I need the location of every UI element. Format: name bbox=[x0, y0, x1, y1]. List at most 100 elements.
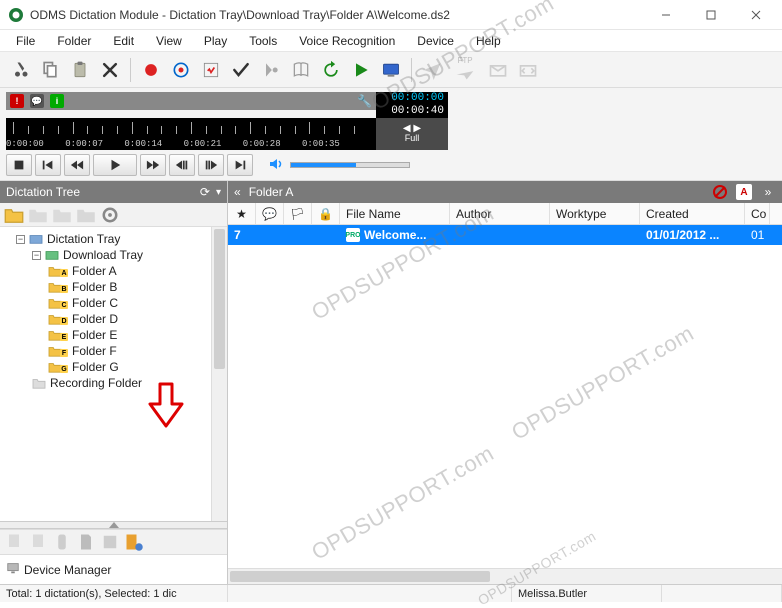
col-lock[interactable]: 🔒 bbox=[312, 203, 340, 224]
maximize-button[interactable] bbox=[688, 0, 733, 29]
minimize-button[interactable] bbox=[643, 0, 688, 29]
row-filename: PRO Welcome... bbox=[340, 225, 450, 245]
upload-device-icon[interactable] bbox=[28, 532, 48, 552]
folder-badge: A bbox=[60, 269, 68, 277]
status-bar: Total: 1 dictation(s), Selected: 1 dic M… bbox=[0, 584, 782, 602]
record-button[interactable] bbox=[137, 56, 165, 84]
delete-folder-icon[interactable] bbox=[52, 205, 72, 225]
rewind-button[interactable] bbox=[64, 154, 90, 176]
tree-folder[interactable]: EFolder E bbox=[48, 327, 227, 343]
folder-label: Folder B bbox=[72, 280, 117, 294]
col-filename[interactable]: File Name bbox=[340, 203, 450, 224]
collapse-icon[interactable]: − bbox=[16, 235, 25, 244]
cut-button[interactable] bbox=[6, 56, 34, 84]
volume-control[interactable] bbox=[268, 156, 410, 175]
refresh-tree-icon[interactable]: ⟳ bbox=[200, 185, 210, 199]
options-chev-icon[interactable]: » bbox=[760, 184, 776, 200]
send-receive-button[interactable] bbox=[514, 56, 542, 84]
intro-button[interactable] bbox=[257, 56, 285, 84]
tree-folder[interactable]: DFolder D bbox=[48, 311, 227, 327]
device-icon[interactable] bbox=[100, 532, 120, 552]
tree-download-label: Download Tray bbox=[63, 248, 143, 262]
tree-recording[interactable]: Recording Folder bbox=[32, 375, 227, 391]
col-worktype[interactable]: Worktype bbox=[550, 203, 640, 224]
row-priority: 7 bbox=[228, 225, 256, 245]
priority-marker-icon[interactable]: ! bbox=[10, 94, 24, 108]
col-author[interactable]: Author bbox=[450, 203, 550, 224]
tree-download[interactable]: − Download Tray bbox=[32, 247, 227, 263]
device-settings-icon[interactable] bbox=[124, 532, 144, 552]
wrench-icon[interactable]: 🔧 bbox=[357, 94, 372, 108]
play-toolbar-button[interactable] bbox=[347, 56, 375, 84]
tree-scrollbar[interactable] bbox=[211, 227, 227, 521]
menu-help[interactable]: Help bbox=[466, 32, 511, 50]
stop-button[interactable] bbox=[6, 154, 32, 176]
menu-voice-recognition[interactable]: Voice Recognition bbox=[289, 32, 405, 50]
comment-marker-icon[interactable]: 💬 bbox=[30, 94, 44, 108]
copy-button[interactable] bbox=[36, 56, 64, 84]
menu-file[interactable]: File bbox=[6, 32, 45, 50]
menu-view[interactable]: View bbox=[146, 32, 192, 50]
menu-device[interactable]: Device bbox=[407, 32, 464, 50]
volume-slider[interactable] bbox=[290, 162, 410, 168]
device-tree[interactable]: Device Manager bbox=[0, 555, 227, 584]
skip-index-fwd-button[interactable] bbox=[198, 154, 224, 176]
device-manager-node[interactable]: Device Manager bbox=[6, 561, 221, 578]
timeline-ruler[interactable]: 0:00:00 0:00:07 0:00:14 0:00:21 0:00:28 … bbox=[6, 118, 376, 150]
tree-folder[interactable]: FFolder F bbox=[48, 343, 227, 359]
folder-settings-icon[interactable] bbox=[100, 205, 120, 225]
display-button[interactable] bbox=[377, 56, 405, 84]
dictation-tree[interactable]: − Dictation Tray − Download Tray AFolder… bbox=[0, 227, 227, 521]
no-filter-icon[interactable] bbox=[712, 184, 728, 200]
tree-folder[interactable]: BFolder B bbox=[48, 279, 227, 295]
skip-index-back-button[interactable] bbox=[169, 154, 195, 176]
direct-record-button[interactable] bbox=[167, 56, 195, 84]
tree-root[interactable]: − Dictation Tray bbox=[16, 231, 227, 247]
receive-mail-button[interactable] bbox=[484, 56, 512, 84]
send-mail-button[interactable] bbox=[418, 56, 446, 84]
splitter-handle[interactable] bbox=[0, 521, 227, 529]
menu-folder[interactable]: Folder bbox=[47, 32, 101, 50]
zoom-full-button[interactable]: ◀ ▶ Full bbox=[376, 118, 448, 150]
tree-folder[interactable]: AFolder A bbox=[48, 263, 227, 279]
open-folder-icon[interactable] bbox=[28, 205, 48, 225]
tick-0: 0:00:00 bbox=[6, 139, 44, 149]
finish-button[interactable] bbox=[227, 56, 255, 84]
fast-forward-button[interactable] bbox=[140, 154, 166, 176]
convert-button[interactable] bbox=[197, 56, 225, 84]
tree-folder[interactable]: GFolder G bbox=[48, 359, 227, 375]
recorder-icon[interactable] bbox=[52, 532, 72, 552]
back-chev-icon[interactable]: « bbox=[234, 185, 241, 199]
tree-folder[interactable]: CFolder C bbox=[48, 295, 227, 311]
refresh-button[interactable] bbox=[317, 56, 345, 84]
download-device-icon[interactable] bbox=[4, 532, 24, 552]
panel-menu-icon[interactable]: ▾ bbox=[216, 187, 221, 198]
folder-properties-icon[interactable] bbox=[76, 205, 96, 225]
grid-body[interactable]: 7 PRO Welcome... 01/01/2012 ... 01 bbox=[228, 225, 782, 568]
folder-label: Folder G bbox=[72, 360, 119, 374]
menu-play[interactable]: Play bbox=[194, 32, 237, 50]
col-flag[interactable]: 🏳 bbox=[284, 203, 312, 224]
filter-a-icon[interactable]: A bbox=[736, 184, 752, 200]
book-button[interactable] bbox=[287, 56, 315, 84]
close-button[interactable] bbox=[733, 0, 778, 29]
table-row[interactable]: 7 PRO Welcome... 01/01/2012 ... 01 bbox=[228, 225, 782, 245]
skip-end-button[interactable] bbox=[227, 154, 253, 176]
collapse-icon[interactable]: − bbox=[32, 251, 41, 260]
sd-card-icon[interactable] bbox=[76, 532, 96, 552]
menu-edit[interactable]: Edit bbox=[103, 32, 144, 50]
info-marker-icon[interactable]: i bbox=[50, 94, 64, 108]
ftp-button[interactable]: FTP bbox=[448, 56, 482, 84]
new-folder-icon[interactable] bbox=[4, 205, 24, 225]
device-manager-icon bbox=[6, 561, 20, 578]
col-priority[interactable]: ★ bbox=[228, 203, 256, 224]
paste-button[interactable] bbox=[66, 56, 94, 84]
play-button[interactable] bbox=[93, 154, 137, 176]
skip-back-button[interactable] bbox=[35, 154, 61, 176]
menu-tools[interactable]: Tools bbox=[239, 32, 287, 50]
delete-button[interactable] bbox=[96, 56, 124, 84]
grid-h-scrollbar[interactable] bbox=[228, 568, 782, 584]
col-comment[interactable]: 💬 bbox=[256, 203, 284, 224]
col-created[interactable]: Created bbox=[640, 203, 745, 224]
col-co[interactable]: Co bbox=[745, 203, 770, 224]
